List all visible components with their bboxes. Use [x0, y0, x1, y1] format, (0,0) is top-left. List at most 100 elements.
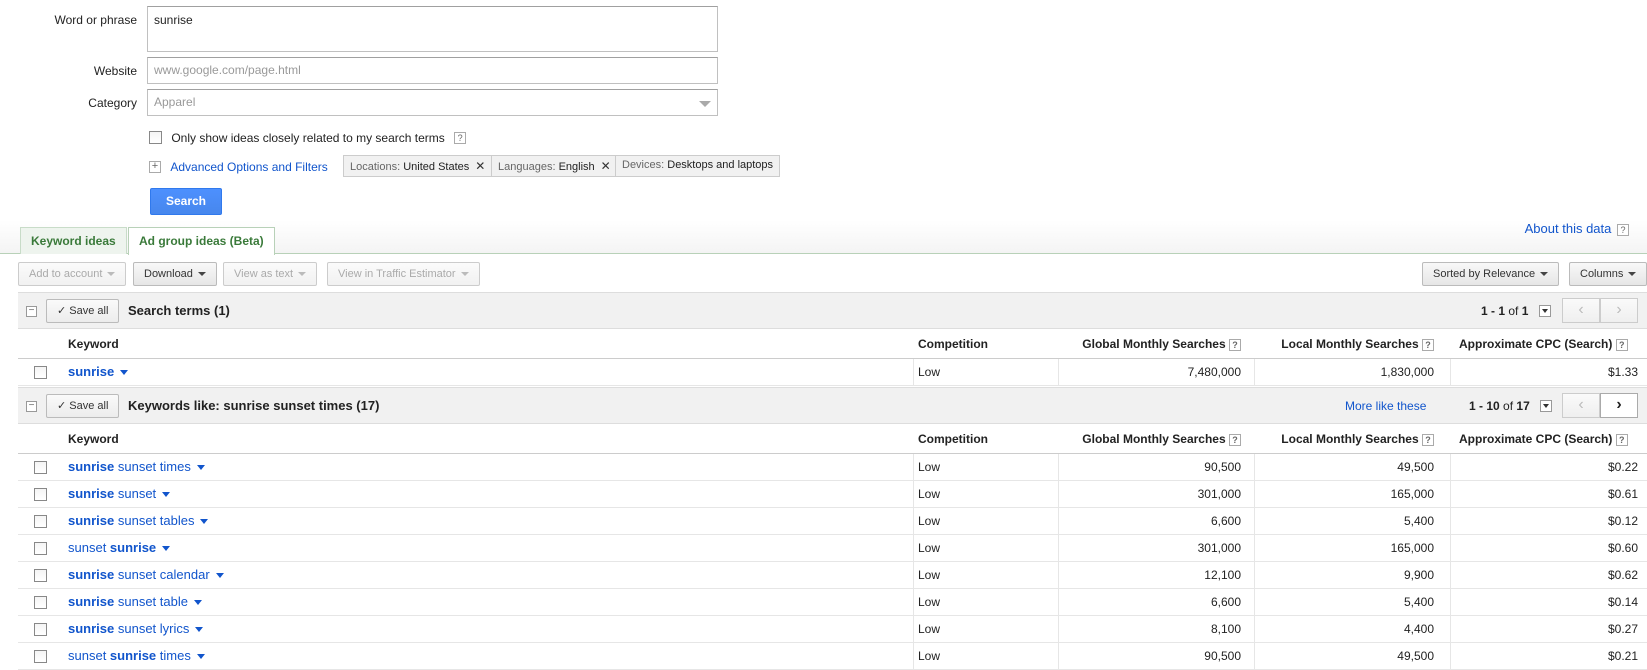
row-checkbox[interactable]: [34, 515, 47, 528]
col-local[interactable]: Local Monthly Searches ?: [1254, 329, 1434, 358]
col-local[interactable]: Local Monthly Searches ?: [1254, 424, 1434, 453]
chevron-down-icon[interactable]: [162, 546, 171, 552]
chevron-down-icon[interactable]: [193, 600, 202, 606]
search-button[interactable]: Search: [150, 188, 222, 215]
help-icon[interactable]: ?: [1615, 338, 1628, 351]
tab-keyword-ideas[interactable]: Keyword ideas: [20, 227, 127, 254]
cell-competition: Low: [918, 487, 941, 501]
help-icon[interactable]: ?: [1229, 433, 1241, 446]
collapse-icon[interactable]: −: [26, 306, 37, 317]
row-checkbox[interactable]: [34, 488, 47, 501]
tab-ad-group-ideas[interactable]: Ad group ideas (Beta): [128, 227, 275, 255]
cell-cpc: $0.21: [1607, 649, 1638, 663]
about-this-data-link[interactable]: About this data: [1525, 221, 1612, 236]
expand-plus-icon[interactable]: +: [149, 160, 161, 173]
row-checkbox[interactable]: [34, 596, 47, 609]
col-global[interactable]: Global Monthly Searches ?: [1058, 424, 1241, 453]
col-cpc[interactable]: Approximate CPC (Search) ?: [1459, 329, 1628, 358]
row-checkbox[interactable]: [34, 623, 47, 636]
about-this-data[interactable]: About this data ?: [1525, 221, 1629, 236]
closely-related-checkbox[interactable]: [149, 131, 162, 145]
chevron-down-icon[interactable]: [162, 492, 171, 498]
help-icon[interactable]: ?: [1229, 338, 1241, 351]
button-label: Sorted by Relevance: [1433, 268, 1536, 280]
website-input[interactable]: www.google.com/page.html: [147, 57, 718, 84]
cell-cpc: $0.61: [1607, 487, 1638, 501]
cell-local: 165,000: [1390, 487, 1434, 501]
row-checkbox[interactable]: [34, 542, 47, 555]
keyword-link[interactable]: sunrise sunset: [68, 481, 171, 507]
next-page-button[interactable]: ›: [1600, 298, 1638, 323]
chevron-down-icon[interactable]: [195, 627, 204, 633]
chip-devices[interactable]: Devices: Desktops and laptops: [615, 155, 781, 177]
help-icon[interactable]: ?: [1617, 223, 1629, 236]
row-checkbox[interactable]: [34, 569, 47, 582]
keyword-part: sunrise: [68, 486, 115, 501]
chevron-down-icon[interactable]: [120, 370, 129, 376]
col-global[interactable]: Global Monthly Searches ?: [1058, 329, 1241, 358]
close-icon[interactable]: ✕: [601, 159, 611, 173]
cell-cpc: $0.22: [1607, 460, 1638, 474]
help-icon[interactable]: ?: [454, 131, 467, 144]
help-icon[interactable]: ?: [1422, 433, 1434, 446]
next-page-button[interactable]: ›: [1600, 393, 1638, 418]
chevron-down-icon[interactable]: [196, 465, 205, 471]
download-button[interactable]: Download: [133, 262, 217, 286]
section-title: Keywords like: sunrise sunset times (17): [128, 398, 380, 413]
collapse-icon[interactable]: −: [26, 401, 37, 412]
help-icon[interactable]: ?: [1615, 433, 1628, 446]
keyword-part: sunset: [68, 648, 110, 663]
table-header: Keyword Competition Global Monthly Searc…: [18, 329, 1647, 359]
cell-competition: Low: [918, 514, 941, 528]
keyword-link[interactable]: sunrise sunset tables: [68, 508, 209, 534]
prev-page-button[interactable]: ‹: [1562, 298, 1600, 323]
chevron-down-icon[interactable]: [200, 519, 209, 525]
col-competition[interactable]: Competition: [918, 424, 988, 453]
pager-dropdown[interactable]: [1539, 305, 1551, 317]
word-input[interactable]: sunrise: [147, 6, 718, 52]
keyword-part: sunrise: [68, 567, 115, 582]
keyword-link[interactable]: sunrise sunset calendar: [68, 562, 224, 588]
pager-dropdown[interactable]: [1540, 400, 1552, 412]
col-competition[interactable]: Competition: [918, 329, 988, 358]
button-label: Columns: [1580, 268, 1624, 280]
col-keyword[interactable]: Keyword: [68, 329, 119, 358]
col-keyword[interactable]: Keyword: [68, 424, 119, 453]
keyword-link[interactable]: sunrise sunset table: [68, 589, 202, 615]
cell-local: 49,500: [1397, 460, 1434, 474]
view-in-traffic-estimator-button[interactable]: View in Traffic Estimator: [327, 262, 480, 286]
columns-dropdown[interactable]: Columns: [1569, 262, 1647, 286]
prev-page-button[interactable]: ‹: [1562, 393, 1600, 418]
keyword-link[interactable]: sunset sunrise: [68, 535, 171, 561]
col-cpc[interactable]: Approximate CPC (Search) ?: [1459, 424, 1628, 453]
col-label: Approximate CPC (Search): [1459, 337, 1613, 351]
advanced-options[interactable]: + Advanced Options and Filters: [149, 159, 328, 174]
save-all-button[interactable]: ✓ Save all: [46, 394, 120, 418]
category-select[interactable]: Apparel: [147, 89, 718, 116]
chevron-down-icon[interactable]: [215, 573, 224, 579]
pager-of: of: [1503, 399, 1514, 413]
col-label: Local Monthly Searches: [1281, 432, 1419, 446]
add-to-account-button[interactable]: Add to account: [18, 262, 127, 286]
more-like-these-link[interactable]: More like these: [1345, 399, 1426, 413]
keyword-link[interactable]: sunrise sunset times: [68, 454, 205, 480]
advanced-options-link[interactable]: Advanced Options and Filters: [170, 160, 327, 174]
row-checkbox[interactable]: [34, 461, 47, 474]
save-all-button[interactable]: ✓ Save all: [46, 299, 120, 323]
chevron-down-icon[interactable]: [196, 654, 205, 660]
keyword-link[interactable]: sunrise sunset lyrics: [68, 616, 204, 642]
keyword-part: sunrise: [68, 513, 115, 528]
keyword-link[interactable]: sunset sunrise times: [68, 643, 205, 669]
keyword-part: sunrise: [68, 364, 115, 379]
cell-global: 8,100: [1210, 622, 1241, 636]
row-checkbox[interactable]: [34, 366, 47, 379]
close-icon[interactable]: ✕: [475, 159, 485, 173]
cell-local: 1,830,000: [1380, 365, 1434, 379]
sort-dropdown[interactable]: Sorted by Relevance: [1422, 262, 1560, 286]
keyword-link[interactable]: sunrise: [68, 359, 129, 385]
cell-cpc: $0.27: [1607, 622, 1638, 636]
row-checkbox[interactable]: [34, 650, 47, 663]
view-as-text-button[interactable]: View as text: [223, 262, 318, 286]
cell-global: 7,480,000: [1187, 365, 1241, 379]
help-icon[interactable]: ?: [1422, 338, 1434, 351]
